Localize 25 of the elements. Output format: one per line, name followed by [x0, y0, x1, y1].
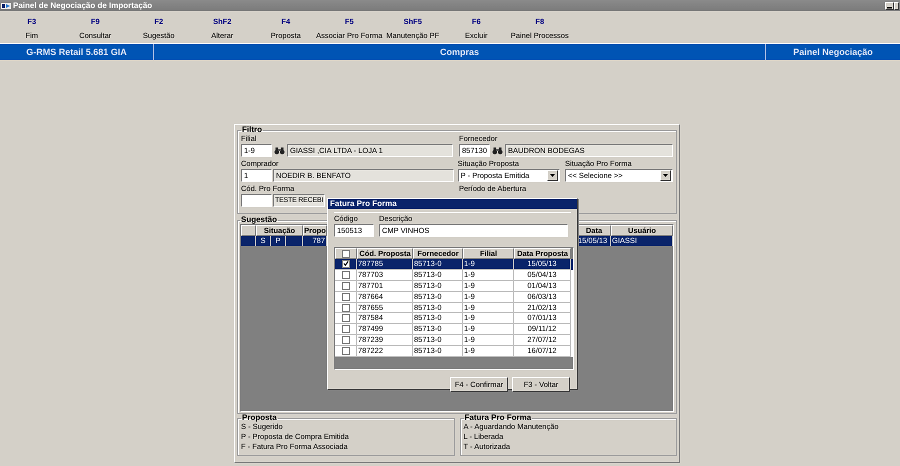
window-title: Painel de Negociação de Importação: [13, 0, 152, 11]
checkbox[interactable]: [342, 336, 350, 344]
checkbox[interactable]: [342, 260, 350, 268]
dropdown-arrow-icon: [550, 174, 555, 177]
banner-section: G-RMS Retail 5.681 GIA: [0, 44, 154, 60]
banner-section: Painel Negociação: [766, 44, 900, 60]
dialog-title: Fatura Pro Forma: [330, 199, 397, 208]
checkbox[interactable]: [342, 347, 350, 356]
checkbox[interactable]: [342, 292, 350, 301]
checkbox[interactable]: [342, 270, 350, 279]
checkbox[interactable]: [342, 282, 350, 290]
group-title: Filtro: [241, 126, 263, 134]
group-title: Proposta: [241, 414, 278, 422]
checkbox[interactable]: [342, 325, 350, 334]
column-header: [241, 225, 256, 236]
group-title: Fatura Pro Forma: [464, 414, 532, 422]
checkbox[interactable]: [342, 314, 350, 322]
minimize-button[interactable]: [885, 2, 894, 10]
dropdown-arrow-icon: [663, 174, 668, 177]
group-title: Sugestão: [240, 216, 278, 224]
app-logo-icon: [1, 2, 11, 10]
input-field[interactable]: [241, 194, 272, 207]
checkbox[interactable]: [342, 304, 350, 312]
maximize-button[interactable]: [894, 2, 899, 10]
banner-section: Compras: [154, 44, 766, 60]
